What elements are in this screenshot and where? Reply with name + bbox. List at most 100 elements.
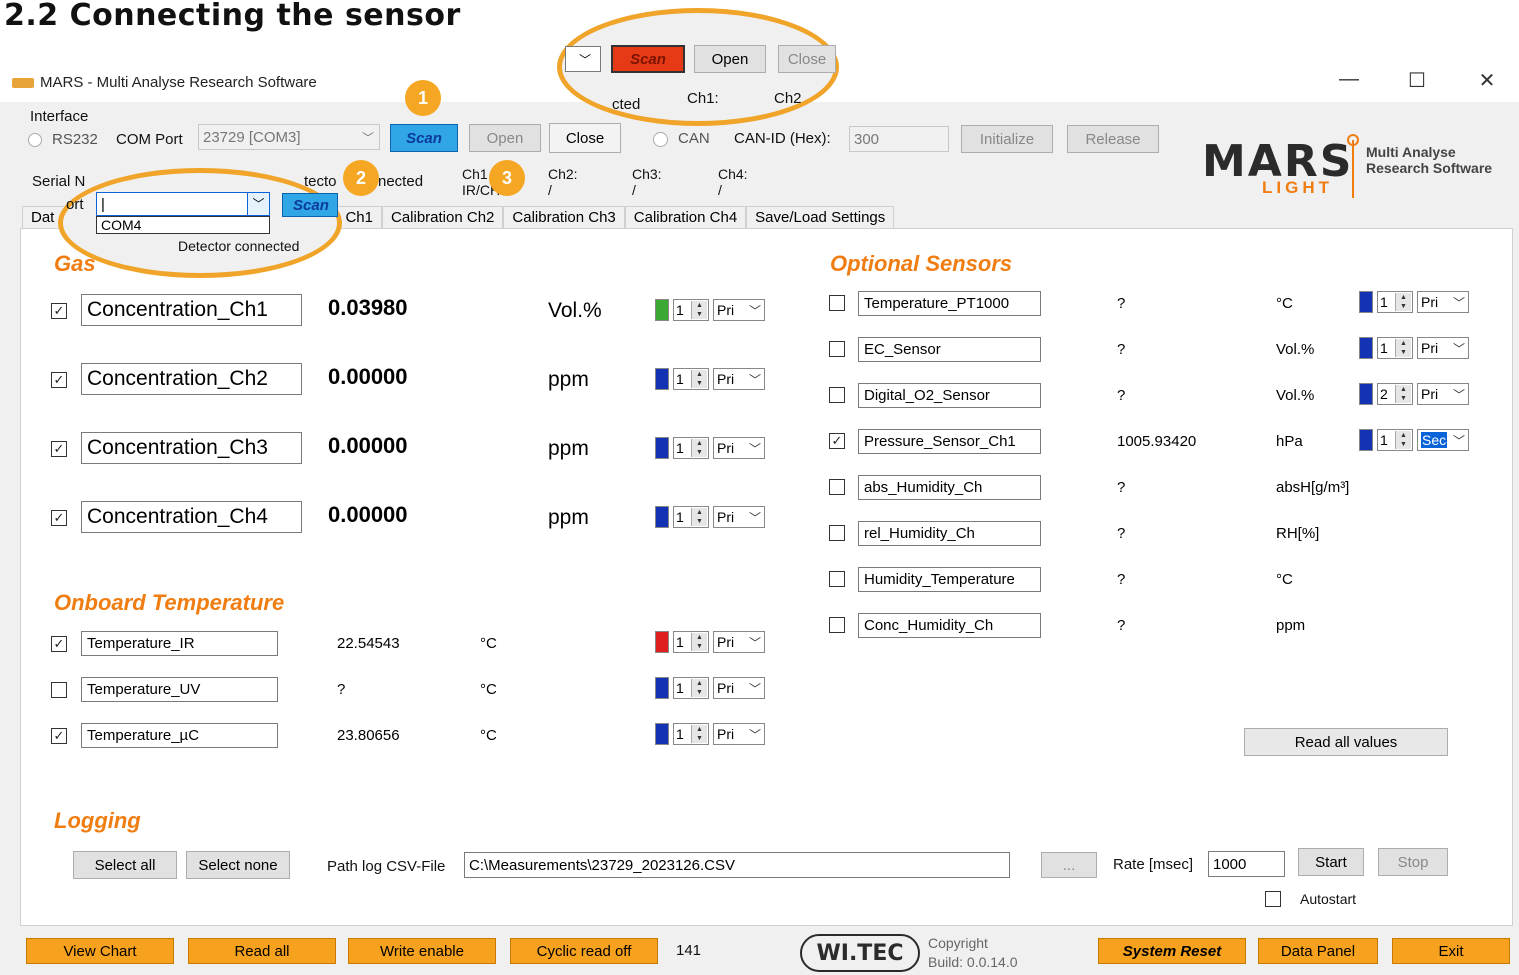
stepper-arrows-icon[interactable]: ▲ ▼ bbox=[691, 301, 707, 319]
optional-name-field[interactable]: EC_Sensor bbox=[858, 337, 1041, 362]
series-color-swatch[interactable] bbox=[655, 506, 669, 528]
gas-name-field[interactable]: Concentration_Ch1 bbox=[81, 294, 302, 326]
view-chart-button[interactable]: View Chart bbox=[26, 938, 174, 964]
priority-select[interactable]: Pri ﹀ bbox=[1417, 337, 1469, 359]
stepper-arrows-icon[interactable]: ▲ ▼ bbox=[691, 679, 707, 697]
series-color-swatch[interactable] bbox=[655, 299, 669, 321]
tab-calibration-ch3[interactable]: Calibration Ch3 bbox=[503, 206, 625, 229]
priority-select[interactable]: Pri ﹀ bbox=[713, 299, 765, 321]
rate-input[interactable]: 1000 bbox=[1208, 851, 1285, 877]
optional-checkbox[interactable] bbox=[829, 341, 845, 357]
optional-checkbox[interactable] bbox=[829, 571, 845, 587]
priority-select[interactable]: Pri ﹀ bbox=[713, 437, 765, 459]
release-button[interactable]: Release bbox=[1067, 125, 1159, 153]
autostart-checkbox[interactable] bbox=[1265, 891, 1281, 907]
optional-checkbox[interactable] bbox=[829, 295, 845, 311]
axis-number-stepper[interactable]: 1 ▲ ▼ bbox=[673, 368, 709, 390]
optional-name-field[interactable]: Temperature_PT1000 bbox=[858, 291, 1041, 316]
axis-number-stepper[interactable]: 1 ▲ ▼ bbox=[673, 299, 709, 321]
onboard-name-field[interactable]: Temperature_IR bbox=[81, 631, 278, 656]
optional-checkbox[interactable] bbox=[829, 617, 845, 633]
series-color-swatch[interactable] bbox=[655, 368, 669, 390]
tab-calibration-ch2[interactable]: Calibration Ch2 bbox=[382, 206, 504, 229]
axis-number-stepper[interactable]: 1 ▲ ▼ bbox=[673, 437, 709, 459]
write-enable-button[interactable]: Write enable bbox=[348, 938, 496, 964]
zoom-scan-button[interactable]: Scan bbox=[611, 45, 685, 73]
path-log-input[interactable]: C:\Measurements\23729_2023126.CSV bbox=[464, 852, 1010, 878]
system-reset-button[interactable]: System Reset bbox=[1098, 938, 1246, 964]
series-color-swatch[interactable] bbox=[1359, 429, 1373, 451]
gas-checkbox[interactable]: ✓ bbox=[51, 510, 67, 526]
stepper-arrows-icon[interactable]: ▲ ▼ bbox=[1395, 293, 1411, 311]
series-color-swatch[interactable] bbox=[1359, 337, 1373, 359]
series-color-swatch[interactable] bbox=[655, 631, 669, 653]
gas-checkbox[interactable]: ✓ bbox=[51, 441, 67, 457]
stepper-arrows-icon[interactable]: ▲ ▼ bbox=[691, 633, 707, 651]
optional-checkbox[interactable]: ✓ bbox=[829, 433, 845, 449]
series-color-swatch[interactable] bbox=[655, 677, 669, 699]
optional-checkbox[interactable] bbox=[829, 387, 845, 403]
onboard-checkbox[interactable] bbox=[51, 682, 67, 698]
select-none-button[interactable]: Select none bbox=[186, 851, 290, 879]
optional-name-field[interactable]: rel_Humidity_Ch bbox=[858, 521, 1041, 546]
initialize-button[interactable]: Initialize bbox=[961, 125, 1053, 153]
optional-checkbox[interactable] bbox=[829, 525, 845, 541]
series-color-swatch[interactable] bbox=[655, 723, 669, 745]
priority-select[interactable]: Pri ﹀ bbox=[1417, 291, 1469, 313]
read-all-button[interactable]: Read all bbox=[188, 938, 336, 964]
gas-checkbox[interactable]: ✓ bbox=[51, 372, 67, 388]
gas-checkbox[interactable]: ✓ bbox=[51, 303, 67, 319]
priority-select[interactable]: Pri ﹀ bbox=[713, 506, 765, 528]
optional-name-field[interactable]: Humidity_Temperature bbox=[858, 567, 1041, 592]
onboard-name-field[interactable]: Temperature_UV bbox=[81, 677, 278, 702]
series-color-swatch[interactable] bbox=[655, 437, 669, 459]
gas-name-field[interactable]: Concentration_Ch3 bbox=[81, 432, 302, 464]
open-button[interactable]: Open bbox=[469, 124, 541, 152]
exit-button[interactable]: Exit bbox=[1392, 938, 1510, 964]
optional-name-field[interactable]: Pressure_Sensor_Ch1 bbox=[858, 429, 1041, 454]
can-id-input[interactable]: 300 bbox=[849, 126, 949, 152]
rs232-radio[interactable] bbox=[28, 133, 42, 147]
priority-select[interactable]: Pri ﹀ bbox=[713, 723, 765, 745]
select-all-button[interactable]: Select all bbox=[73, 851, 177, 879]
axis-number-stepper[interactable]: 1 ▲ ▼ bbox=[1377, 337, 1413, 359]
stepper-arrows-icon[interactable]: ▲ ▼ bbox=[691, 725, 707, 743]
gas-name-field[interactable]: Concentration_Ch4 bbox=[81, 501, 302, 533]
stepper-arrows-icon[interactable]: ▲ ▼ bbox=[691, 370, 707, 388]
cyclic-read-button[interactable]: Cyclic read off bbox=[510, 938, 658, 964]
tab-save-load-settings[interactable]: Save/Load Settings bbox=[746, 206, 895, 229]
priority-select[interactable]: Pri ﹀ bbox=[713, 631, 765, 653]
data-panel-button[interactable]: Data Panel bbox=[1258, 938, 1378, 964]
axis-number-stepper[interactable]: 2 ▲ ▼ bbox=[1377, 383, 1413, 405]
zoom-open-button[interactable]: Open bbox=[694, 45, 766, 73]
stop-button[interactable]: Stop bbox=[1378, 848, 1448, 876]
axis-number-stepper[interactable]: 1 ▲ ▼ bbox=[673, 723, 709, 745]
stepper-arrows-icon[interactable]: ▲ ▼ bbox=[691, 439, 707, 457]
zoom-port-select[interactable]: | ﹀ bbox=[96, 192, 270, 216]
zoom-port-option-com4[interactable]: COM4 bbox=[96, 216, 270, 234]
series-color-swatch[interactable] bbox=[1359, 291, 1373, 313]
priority-select[interactable]: Pri ﹀ bbox=[713, 368, 765, 390]
optional-name-field[interactable]: Conc_Humidity_Ch bbox=[858, 613, 1041, 638]
tab-calibration-ch4[interactable]: Calibration Ch4 bbox=[624, 206, 747, 229]
browse-button[interactable]: ... bbox=[1041, 852, 1097, 878]
onboard-checkbox[interactable]: ✓ bbox=[51, 728, 67, 744]
close-icon[interactable]: ✕ bbox=[1472, 68, 1502, 93]
stepper-arrows-icon[interactable]: ▲ ▼ bbox=[1395, 431, 1411, 449]
stepper-arrows-icon[interactable]: ▲ ▼ bbox=[1395, 385, 1411, 403]
optional-name-field[interactable]: abs_Humidity_Ch bbox=[858, 475, 1041, 500]
stepper-arrows-icon[interactable]: ▲ ▼ bbox=[1395, 339, 1411, 357]
priority-select[interactable]: Pri ﹀ bbox=[1417, 383, 1469, 405]
scan-button[interactable]: Scan bbox=[390, 124, 458, 152]
stepper-arrows-icon[interactable]: ▲ ▼ bbox=[691, 508, 707, 526]
series-color-swatch[interactable] bbox=[1359, 383, 1373, 405]
start-button[interactable]: Start bbox=[1298, 848, 1364, 876]
zoom-close-button[interactable]: Close bbox=[778, 45, 836, 73]
close-button[interactable]: Close bbox=[549, 123, 621, 153]
optional-name-field[interactable]: Digital_O2_Sensor bbox=[858, 383, 1041, 408]
com-port-select[interactable]: 23729 [COM3] ﹀ bbox=[198, 124, 380, 150]
onboard-checkbox[interactable]: ✓ bbox=[51, 636, 67, 652]
axis-number-stepper[interactable]: 1 ▲ ▼ bbox=[673, 631, 709, 653]
axis-number-stepper[interactable]: 1 ▲ ▼ bbox=[1377, 429, 1413, 451]
axis-number-stepper[interactable]: 1 ▲ ▼ bbox=[1377, 291, 1413, 313]
